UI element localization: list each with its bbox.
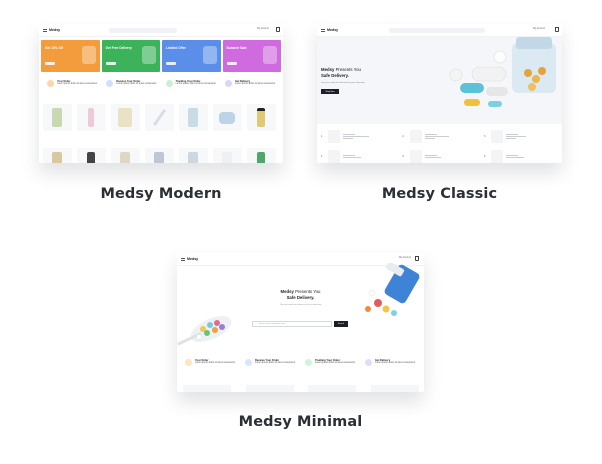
feature-item: Get Delivery Lorem ipsum dolor sit amet c… [224, 80, 277, 87]
preview-logo: Medsy [327, 28, 339, 32]
product-list-row: 1 2 3 [319, 128, 559, 145]
preview-logo: Medsy [187, 257, 199, 261]
preview-account: My Account [533, 28, 545, 30]
feature-item: Receive Your Order Lorem ipsum dolor sit … [245, 359, 297, 366]
pills-illustration [449, 37, 556, 107]
product-card [213, 148, 242, 163]
theme-caption-classic[interactable]: Medsy Classic [317, 186, 562, 202]
list-item: 2 [401, 128, 478, 145]
hero-heading: Medsy Presents You Safe Delivery. [321, 67, 361, 79]
product-grid-row [43, 148, 276, 163]
preview-logo: Medsy [49, 28, 61, 32]
product-card [77, 148, 106, 163]
hero-button: Shop Now [321, 89, 339, 94]
feature-row: Your Order Lorem ipsum dolor sit amet con… [185, 359, 417, 366]
product-grid-row [43, 104, 276, 131]
product-card [111, 148, 140, 163]
pills-spoon-illustration [177, 316, 232, 346]
cart-icon [276, 27, 280, 32]
hero-search-button: Search [334, 321, 348, 327]
hero-banner: Medsy Presents You Safe Delivery. Get you… [317, 37, 562, 124]
product-card [179, 104, 208, 131]
product-card [213, 104, 242, 131]
pill-bottle-illustration [365, 263, 420, 316]
product-card [43, 104, 72, 131]
list-item: 1 [319, 128, 396, 145]
product-card [247, 148, 276, 163]
feature-item: Your Order Lorem ipsum dolor sit amet con… [47, 80, 99, 87]
cart-icon [555, 27, 559, 32]
product-strip [183, 385, 419, 392]
product-card [145, 104, 174, 131]
hero-search-input: Search your medicine here [252, 321, 332, 327]
list-item: 3 [482, 128, 559, 145]
theme-caption-minimal[interactable]: Medsy Minimal [177, 414, 424, 430]
list-item: 6 [482, 148, 559, 163]
product-card [77, 104, 106, 131]
product-card [145, 148, 174, 163]
hero-section: Medsy Presents You Safe Delivery. Get you… [177, 263, 424, 346]
list-item: 5 [401, 148, 478, 163]
feature-item: Tracking Your Order Lorem ipsum dolor sit… [165, 80, 218, 87]
product-list-row: 4 5 6 [319, 148, 559, 163]
menu-icon [43, 28, 47, 32]
cart-icon [415, 256, 419, 261]
promo-banner: Get 10% Off [41, 40, 100, 72]
list-item: 4 [319, 148, 396, 163]
theme-caption-modern[interactable]: Medsy Modern [39, 186, 283, 202]
product-card [179, 148, 208, 163]
preview-header: Medsy My Account [317, 24, 562, 37]
product-card [111, 104, 140, 131]
promo-banners: Get 10% Off Get Free Delivery Limited Of… [41, 40, 281, 72]
menu-icon [181, 257, 185, 261]
promo-banner: Get Free Delivery [101, 40, 160, 72]
preview-account: My Account [257, 28, 269, 30]
product-card [247, 104, 276, 131]
theme-preview-classic[interactable]: Medsy My Account Medsy Presents You Safe … [317, 24, 562, 163]
preview-header: Medsy My Account [39, 24, 283, 37]
hero-subtext: Get your medicine delivered to your door… [321, 82, 365, 84]
feature-row: Your Order Lorem ipsum dolor sit amet con… [47, 80, 277, 87]
promo-banner: Limited Offer [162, 40, 221, 72]
menu-icon [321, 28, 325, 32]
feature-item: Receive Your Order Lorem ipsum dolor sit … [106, 80, 158, 87]
preview-search-bar [389, 28, 485, 33]
promo-banner: Summer Sale [222, 40, 281, 72]
feature-item: Get Delivery Lorem ipsum dolor sit amet c… [365, 359, 417, 366]
product-card [43, 148, 72, 163]
preview-account: My Account [399, 257, 411, 259]
feature-item: Your Order Lorem ipsum dolor sit amet con… [185, 359, 237, 366]
preview-search-bar [109, 28, 177, 33]
theme-preview-modern[interactable]: Medsy My Account Get 10% Off Get Free De… [39, 24, 283, 163]
feature-item: Tracking Your Order Lorem ipsum dolor sit… [305, 359, 357, 366]
theme-preview-minimal[interactable]: Medsy My Account Medsy Presents You Safe … [177, 253, 424, 392]
